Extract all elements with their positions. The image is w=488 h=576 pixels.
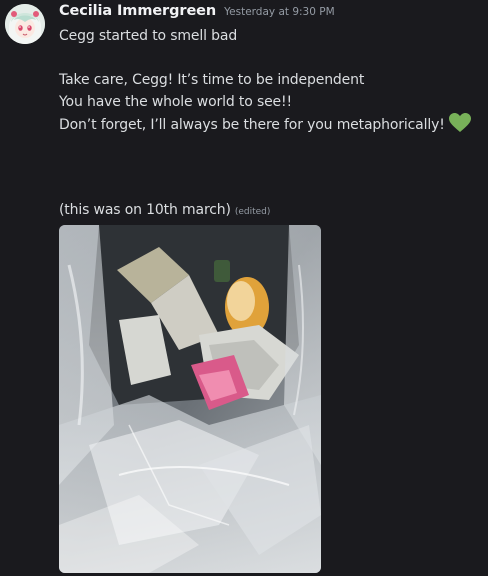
message-line-2: Take care, Cegg! It’s time to be indepen…: [59, 72, 365, 88]
anime-avatar-icon: [5, 4, 45, 44]
message-line-3: You have the whole world to see!!: [59, 94, 292, 110]
timestamp[interactable]: Yesterday at 9:30 PM: [224, 6, 335, 18]
message-header: Cecilia Immergreen Yesterday at 9:30 PM: [59, 3, 478, 25]
message-line-1: Cegg started to smell bad: [59, 28, 238, 44]
message-line-5: (this was on 10th march) (edited): [59, 199, 270, 223]
username[interactable]: Cecilia Immergreen: [59, 3, 216, 19]
user-avatar[interactable]: [5, 4, 45, 44]
message-line-4-text: Don’t forget, I’ll always be there for y…: [59, 117, 445, 133]
edited-label: (edited): [234, 207, 271, 217]
green-heart-icon: [448, 113, 471, 140]
message-line-5-text: (this was on 10th march): [59, 202, 231, 218]
image-attachment[interactable]: [59, 225, 321, 573]
trash-bag-photo: [59, 225, 321, 573]
message-line-4: Don’t forget, I’ll always be there for y…: [59, 113, 478, 140]
message-content: Cecilia Immergreen Yesterday at 9:30 PM …: [59, 3, 478, 573]
chat-message: Cecilia Immergreen Yesterday at 9:30 PM …: [0, 0, 488, 576]
